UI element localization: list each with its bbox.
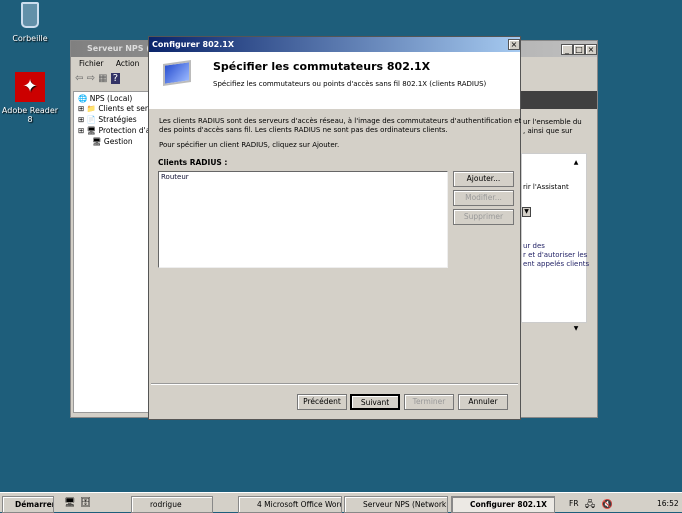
radius-clients-list[interactable]: Routeur	[158, 171, 448, 268]
maximize-button[interactable]: □	[573, 44, 585, 55]
desktop-icon-adobe-reader[interactable]: ✦ Adobe Reader 8	[0, 72, 60, 124]
tray-icons[interactable]: 🖧 🔇	[585, 497, 615, 513]
recycle-bin-icon	[21, 2, 39, 28]
back-icon[interactable]: ⇦	[75, 73, 83, 84]
tree-item-clients[interactable]: ⊞ 📁 Clients et serv	[78, 104, 148, 113]
taskbar-item-rodrigue[interactable]: rodrigue	[131, 496, 213, 513]
dialog-heading: Spécifier les commutateurs 802.1X	[213, 60, 431, 73]
dropdown-arrow-icon[interactable]: ▼	[522, 207, 531, 217]
list-item[interactable]: Routeur	[159, 172, 447, 182]
next-button[interactable]: Suivant	[350, 394, 400, 410]
taskbar-item-configure[interactable]: Configurer 802.1X	[451, 496, 555, 513]
language-indicator[interactable]: FR	[569, 499, 579, 508]
modify-button[interactable]: Modifier...	[453, 190, 514, 206]
dialog-title-bar[interactable]: Configurer 802.1X	[149, 37, 520, 52]
add-button[interactable]: Ajouter...	[453, 171, 514, 187]
desktop-icon-recycle-bin[interactable]: Corbeille	[0, 2, 60, 43]
dialog-close-button[interactable]: ×	[508, 39, 520, 50]
delete-button[interactable]: Supprimer	[453, 209, 514, 225]
radius-clients-label: Clients RADIUS :	[158, 158, 228, 167]
view-icon[interactable]: ▦	[98, 73, 107, 84]
nps-right-panel	[521, 153, 587, 323]
nps-toolbar: ⇦ ⇨ ▦ ?	[75, 73, 121, 84]
finish-button[interactable]: Terminer	[404, 394, 454, 410]
configure-8021x-dialog: Configurer 802.1X × Spécifier les commut…	[148, 36, 521, 420]
tree-item-protection[interactable]: ⊞ 🖥 Protection d'ac	[78, 126, 148, 135]
menu-action[interactable]: Action	[116, 59, 140, 68]
menu-fichier[interactable]: Fichier	[79, 59, 104, 68]
taskbar-item-nps[interactable]: Serveur NPS (Network P...	[344, 496, 448, 513]
cancel-button[interactable]: Annuler	[458, 394, 508, 410]
forward-icon[interactable]: ⇨	[87, 73, 95, 84]
help-icon[interactable]: ?	[110, 73, 121, 84]
expand-icon[interactable]: ▼	[571, 325, 581, 335]
clock[interactable]: 16:52	[657, 499, 679, 508]
dialog-header: Spécifier les commutateurs 802.1X Spécif…	[149, 52, 520, 109]
monitor-icon	[163, 60, 191, 86]
dialog-subheading: Spécifiez les commutateurs ou points d'a…	[213, 80, 487, 88]
nps-right-header	[521, 91, 597, 109]
taskbar-item-word[interactable]: 4 Microsoft Office Word ▾	[238, 496, 342, 513]
previous-button[interactable]: Précédent	[297, 394, 347, 410]
collapse-icon[interactable]: ▲	[571, 159, 581, 169]
taskbar: Démarrer 🖥 🗄 rodrigue 4 Microsoft Office…	[0, 492, 682, 513]
tree-item-strategies[interactable]: ⊞ 📄 Stratégies	[78, 115, 137, 124]
nps-tree: 🌐 NPS (Local) ⊞ 📁 Clients et serv ⊞ 📄 St…	[73, 91, 149, 413]
close-button[interactable]: ×	[585, 44, 597, 55]
tree-item-gestion[interactable]: 🖥 Gestion	[92, 137, 133, 146]
show-desktop-icon[interactable]: 🖥	[64, 498, 75, 508]
adobe-reader-icon: ✦	[15, 72, 45, 102]
start-button[interactable]: Démarrer	[2, 496, 54, 513]
minimize-button[interactable]: _	[561, 44, 573, 55]
server-manager-icon[interactable]: 🗄	[80, 498, 91, 508]
tree-item-nps-local[interactable]: 🌐 NPS (Local)	[78, 94, 132, 103]
divider	[151, 383, 518, 385]
